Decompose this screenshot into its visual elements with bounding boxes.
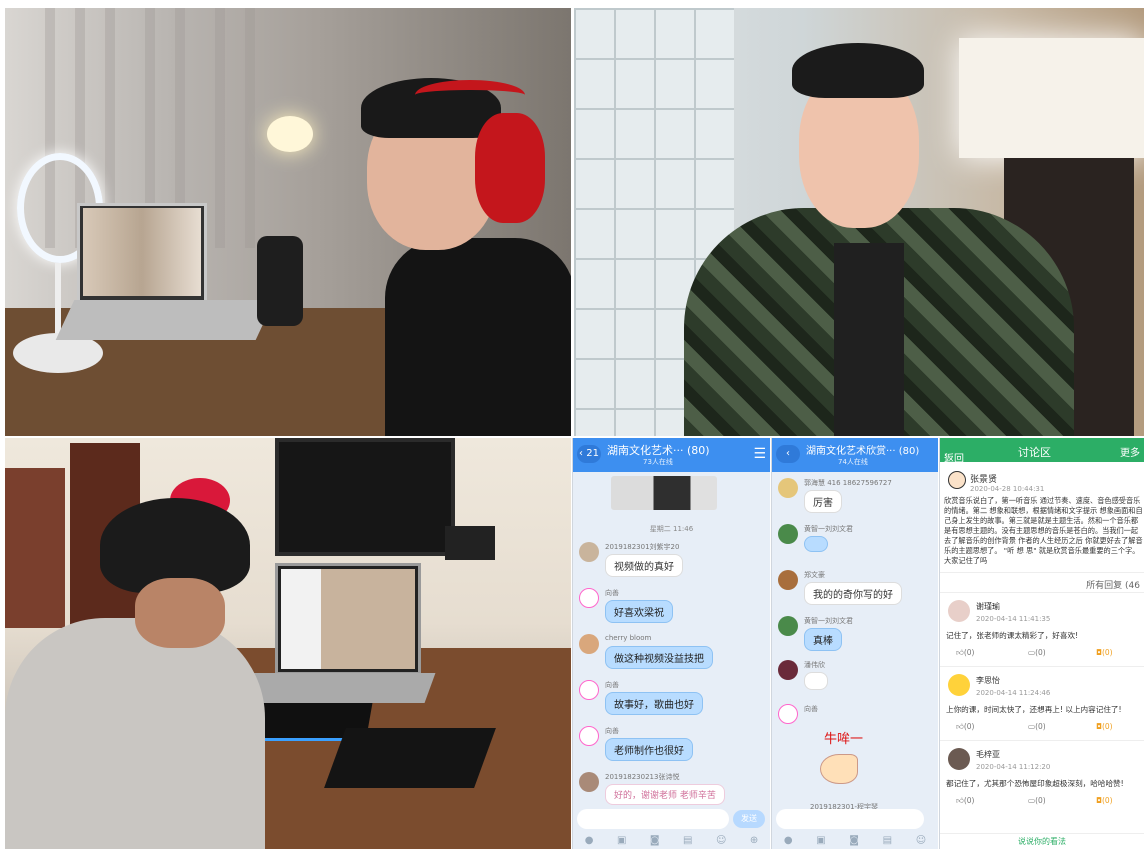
post-author: 张景贤 — [970, 475, 998, 485]
post-body: 欣赏音乐说白了，第一听音乐 通过节奏、速度、音色感受音乐的情绪。第二 想象和联想… — [944, 496, 1143, 565]
post-time: 2020-04-28 10:44:31 — [970, 485, 1045, 493]
reward-button[interactable]: ◘(0) — [1096, 722, 1113, 731]
camera-icon[interactable]: ◙ — [849, 835, 859, 846]
wall-lamp — [959, 38, 1144, 158]
discussion-screen: ‹ 返回 讨论区 更多 张景贤 2020-04-28 10:44:31 欣赏音乐… — [939, 438, 1144, 849]
reply-button[interactable]: ▭(0) — [1028, 648, 1046, 657]
like-button[interactable]: 👍︎(0) — [956, 648, 974, 658]
avatar — [948, 600, 970, 622]
forum-title: 讨论区 — [1018, 446, 1051, 459]
reply-button[interactable]: ▭(0) — [1028, 796, 1046, 805]
chat-screen-2: ‹ 湖南文化艺术欣赏··· (80) 74人在线 郭海慧 416 1862759… — [771, 438, 938, 849]
group-title: 湖南文化艺术··· (80) — [607, 444, 710, 457]
emoji-icon[interactable]: ☺ — [916, 835, 926, 846]
desk-lamp — [267, 116, 313, 152]
teacher-body — [385, 238, 571, 436]
wooden-shelf — [5, 468, 65, 628]
photo-teacher-studio — [5, 8, 571, 436]
avatar — [579, 634, 599, 654]
microphone — [257, 236, 303, 326]
message-input[interactable] — [776, 809, 924, 829]
photo-collage: ‹ 21 湖南文化艺术··· (80) 73人在线 ☰ 星期二 11:46 20… — [0, 0, 1144, 849]
avatar — [579, 680, 599, 700]
all-replies-count: 所有回复 (46 — [1086, 581, 1140, 591]
mic-icon[interactable]: ● — [585, 835, 594, 846]
student-body — [5, 618, 265, 849]
thumbs-up-sticker: 牛哞一 — [816, 728, 896, 798]
sticker-bubble — [804, 536, 828, 552]
avatar — [579, 726, 599, 746]
thumbs-up-icon: 👍︎ — [956, 722, 964, 731]
comment-prompt[interactable]: 说说你的看法 — [940, 833, 1144, 849]
chat-toolbar: ● ▣ ◙ ▤ ☺ ⊕ — [573, 831, 770, 849]
file-icon[interactable]: ▤ — [883, 835, 892, 846]
avatar — [778, 524, 798, 544]
thumbs-up-icon: 👍︎ — [956, 796, 964, 805]
emoji-bubble — [804, 672, 828, 690]
chat-header: ‹ 湖南文化艺术欣赏··· (80) 74人在线 — [772, 438, 938, 472]
video-thumbnail[interactable] — [611, 476, 717, 510]
menu-icon[interactable]: ☰ — [753, 446, 766, 462]
back-button[interactable]: ‹ — [776, 445, 800, 463]
avatar — [579, 772, 599, 792]
avatar — [579, 542, 599, 562]
group-title: 湖南文化艺术欣赏··· (80) — [806, 446, 920, 457]
photo-teacher-portrait — [574, 8, 1144, 436]
emoji-icon[interactable]: ☺ — [716, 835, 726, 846]
mouse-pad — [324, 728, 496, 788]
camera-icon[interactable]: ◙ — [650, 835, 660, 846]
like-button[interactable]: 👍︎(0) — [956, 796, 974, 806]
red-headphones — [475, 113, 545, 223]
thumbs-up-icon: 👍︎ — [956, 648, 964, 657]
chat-timestamp: 星期二 11:46 — [649, 525, 694, 533]
photo-student-online-class — [5, 438, 571, 849]
avatar — [948, 471, 966, 489]
online-count: 73人在线 — [643, 458, 673, 466]
chat-header: ‹ 21 湖南文化艺术··· (80) 73人在线 ☰ — [573, 438, 770, 472]
avatar — [948, 748, 970, 770]
send-button[interactable]: 发送 — [733, 810, 765, 828]
avatar — [778, 570, 798, 590]
avatar — [778, 478, 798, 498]
avatar — [579, 588, 599, 608]
image-icon[interactable]: ▣ — [816, 835, 825, 846]
back-button[interactable]: ‹ 21 — [577, 445, 601, 463]
chat-toolbar: ● ▣ ◙ ▤ ☺ — [772, 831, 938, 849]
avatar — [778, 616, 798, 636]
like-button[interactable]: 👍︎(0) — [956, 722, 974, 732]
message-input[interactable] — [577, 809, 729, 829]
image-icon[interactable]: ▣ — [617, 835, 626, 846]
more-button[interactable]: 更多 — [1120, 444, 1140, 459]
reply-button[interactable]: ▭(0) — [1028, 722, 1046, 731]
reward-button[interactable]: ◘(0) — [1096, 796, 1113, 805]
file-icon[interactable]: ▤ — [683, 835, 692, 846]
avatar — [778, 704, 798, 724]
plus-icon[interactable]: ⊕ — [750, 835, 758, 846]
chat-screen-1: ‹ 21 湖南文化艺术··· (80) 73人在线 ☰ 星期二 11:46 20… — [572, 438, 770, 849]
avatar — [948, 674, 970, 696]
online-count: 74人在线 — [838, 458, 868, 466]
mic-icon[interactable]: ● — [784, 835, 793, 846]
tv — [275, 438, 455, 556]
avatar — [778, 660, 798, 680]
sticker-text: 牛哞一 — [824, 732, 864, 747]
unread-badge: 21 — [586, 448, 599, 459]
reward-button[interactable]: ◘(0) — [1096, 648, 1113, 657]
forum-header: ‹ 返回 讨论区 更多 — [940, 438, 1144, 465]
